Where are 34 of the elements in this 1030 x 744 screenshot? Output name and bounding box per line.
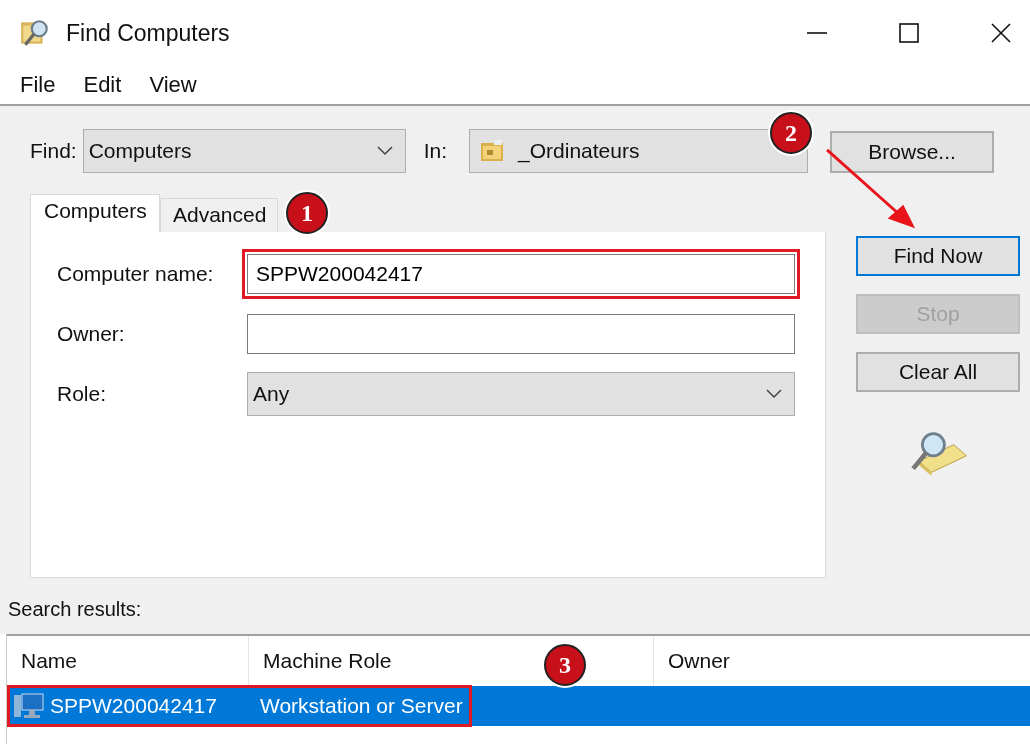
location-text: _Ordinateurs (518, 139, 641, 163)
computer-icon (14, 693, 44, 719)
table-cell-text: SPPW200042417 (50, 694, 218, 718)
input-field[interactable] (247, 314, 795, 354)
role-dropdown[interactable]: Any (247, 372, 795, 416)
column-header[interactable]: Owner (654, 636, 1030, 686)
browse-button[interactable]: Browse... (830, 131, 995, 173)
field-label: Owner: (57, 322, 126, 346)
menu-item[interactable]: View (149, 72, 197, 98)
result-row[interactable]: SPPW200042417 Workstation or Server (7, 686, 1030, 726)
tab[interactable]: Advanced (160, 198, 278, 232)
step-marker: 2 (770, 112, 812, 154)
step-marker: 3 (544, 644, 586, 686)
find-dropdown[interactable]: Computers (82, 129, 406, 173)
column-header[interactable]: Name (7, 636, 249, 686)
step-marker: 1 (286, 192, 328, 234)
field-label: Role: (57, 382, 108, 406)
find-label: Find: (30, 139, 77, 163)
tab[interactable]: Computers (30, 194, 160, 232)
close-icon[interactable] (990, 22, 1012, 44)
action-button[interactable]: Clear All (856, 352, 1020, 392)
maximize-icon[interactable] (898, 22, 920, 44)
chevron-down-icon (766, 389, 782, 399)
action-button[interactable]: Find Now (856, 236, 1020, 276)
results-label: Search results: (8, 597, 142, 621)
in-label: In: (423, 139, 448, 163)
folder-icon (480, 140, 505, 162)
chevron-down-icon (376, 146, 393, 156)
table-cell: Workstation or Server (260, 694, 463, 718)
menu-item[interactable]: Edit (83, 72, 122, 98)
window-title: Find Computers (66, 19, 230, 47)
field-label: Computer name: (57, 262, 215, 286)
menu-item[interactable]: File (20, 72, 56, 98)
input-field[interactable]: SPPW200042417 (247, 254, 795, 294)
